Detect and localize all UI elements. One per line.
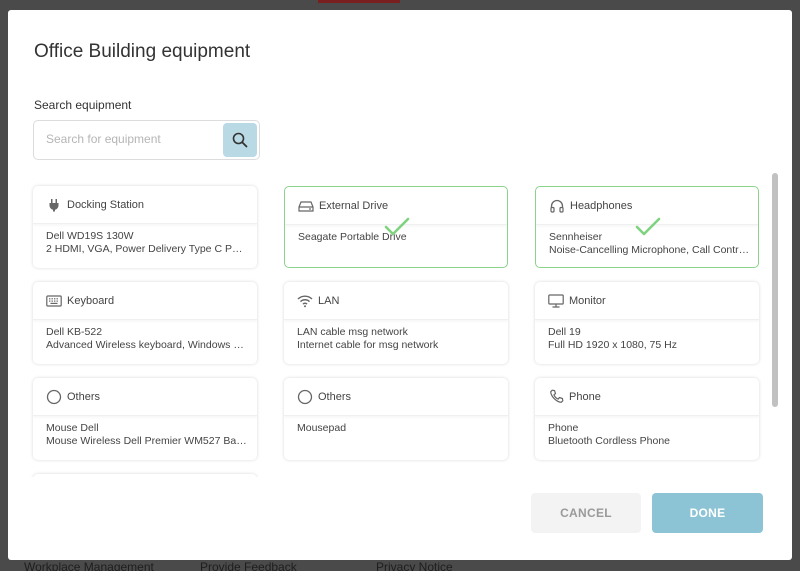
card-category: Monitor — [569, 294, 606, 307]
equipment-card[interactable]: LAN LAN cable msg network Internet cable f… — [284, 282, 508, 364]
card-model: Dell KB-522 — [46, 326, 103, 338]
card-description: Mouse Wireless Dell Premier WM527 Back .… — [46, 435, 248, 447]
search-field — [33, 120, 260, 160]
card-category: LAN — [318, 294, 340, 307]
monitor-icon — [547, 292, 565, 310]
card-model: Mousepad — [297, 422, 347, 434]
dialog-title: Office Building equipment — [34, 41, 251, 62]
card-model: LAN cable msg network — [297, 326, 408, 338]
card-category: Others — [318, 390, 352, 403]
card-header: Others — [33, 378, 257, 416]
equipment-card[interactable]: Phone Phone Bluetooth Cordless Phone — [535, 378, 759, 460]
equipment-card[interactable]: External Drive Seagate Portable Drive — [284, 186, 508, 268]
card-description: Noise-Cancelling Microphone, Call Contro… — [549, 244, 751, 256]
card-model: Dell 19 — [548, 326, 581, 338]
equipment-card-partial[interactable] — [33, 474, 257, 477]
equipment-card[interactable]: Keyboard Dell KB-522 Advanced Wireless key… — [33, 282, 257, 364]
card-category: Keyboard — [67, 294, 115, 307]
search-icon — [232, 132, 248, 148]
card-header: Phone — [535, 378, 759, 416]
list-scrollbar[interactable] — [772, 173, 778, 407]
card-model: Dell WD19S 130W — [46, 230, 134, 242]
card-header: LAN — [284, 282, 508, 320]
footer-link-workplace[interactable]: Workplace Management — [24, 560, 154, 571]
card-model: Phone — [548, 422, 579, 434]
card-category: Docking Station — [67, 198, 145, 211]
card-category: External Drive — [319, 199, 389, 212]
circle-icon — [45, 388, 63, 406]
card-category: Others — [67, 390, 101, 403]
keyboard-icon — [45, 292, 63, 310]
card-model: Mouse Dell — [46, 422, 99, 434]
equipment-card[interactable]: Docking Station Dell WD19S 130W 2 HDMI, VG… — [33, 186, 257, 268]
equipment-card[interactable]: Others Mouse Dell Mouse Wireless Dell Prem… — [33, 378, 257, 460]
card-header: Others — [284, 378, 508, 416]
card-header: Monitor — [535, 282, 759, 320]
card-header: Keyboard — [33, 282, 257, 320]
equipment-list: Docking Station Dell WD19S 130W 2 HDMI, VG… — [8, 180, 792, 477]
card-description: Full HD 1920 x 1080, 75 Hz — [548, 339, 677, 351]
equipment-card[interactable]: Headphones Sennheiser Noise-Cancelling Mic… — [535, 186, 759, 268]
card-description: Bluetooth Cordless Phone — [548, 435, 670, 447]
drive-icon — [297, 197, 315, 215]
equipment-dialog: Office Building equipment Search equipme… — [8, 10, 792, 560]
card-category: Phone — [569, 390, 601, 403]
checkmark-icon — [634, 217, 662, 237]
search-label: Search equipment — [34, 98, 132, 112]
phone-icon — [547, 388, 565, 406]
footer-link-feedback[interactable]: Provide Feedback — [200, 560, 297, 571]
wifi-icon — [296, 292, 314, 310]
done-button[interactable]: DONE — [652, 493, 763, 533]
equipment-card[interactable]: Monitor Dell 19 Full HD 1920 x 1080, 75 Hz — [535, 282, 759, 364]
headphones-icon — [548, 197, 566, 215]
card-description: Advanced Wireless keyboard, Windows and.… — [46, 339, 248, 351]
top-accent-bar — [318, 0, 400, 3]
card-category: Headphones — [570, 199, 633, 212]
card-header: Docking Station — [33, 186, 257, 224]
search-input[interactable] — [46, 132, 216, 146]
circle-icon — [296, 388, 314, 406]
plug-icon — [45, 196, 63, 214]
card-description: 2 HDMI, VGA, Power Delivery Type C Port,… — [46, 243, 248, 255]
card-description: Internet cable for msg network — [297, 339, 439, 351]
search-button[interactable] — [223, 123, 257, 157]
footer-link-privacy[interactable]: Privacy Notice — [376, 560, 453, 571]
equipment-card[interactable]: Others Mousepad — [284, 378, 508, 460]
cancel-button[interactable]: CANCEL — [531, 493, 641, 533]
checkmark-icon — [383, 217, 411, 237]
